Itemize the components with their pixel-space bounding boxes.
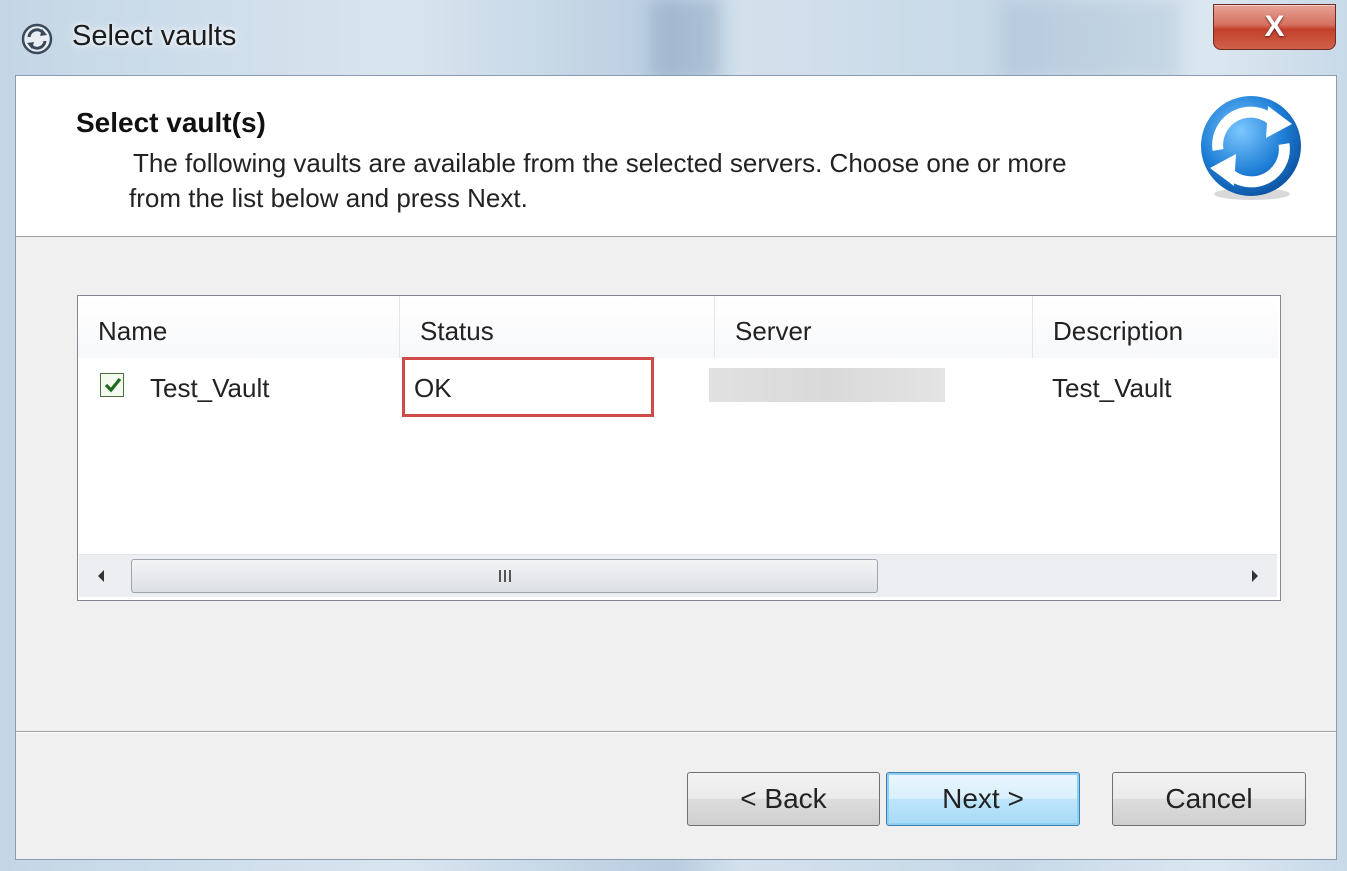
select-vaults-window: Select vaults X Select vault(s) The foll…	[0, 0, 1347, 871]
scroll-left-arrow[interactable]	[79, 555, 123, 597]
description-line-2: from the list below and press Next.	[129, 183, 528, 213]
chevron-left-icon	[98, 570, 104, 582]
chevron-right-icon	[1252, 570, 1258, 582]
grip-icon	[498, 570, 511, 582]
back-button[interactable]: < Back	[687, 772, 880, 826]
vault-status: OK	[414, 373, 452, 403]
vault-checkbox[interactable]	[100, 373, 124, 397]
vault-description: Test_Vault	[1052, 373, 1172, 403]
close-icon: X	[1264, 10, 1285, 43]
scroll-thumb[interactable]	[131, 559, 878, 593]
sync-arrows-icon	[1196, 94, 1306, 204]
scroll-right-arrow[interactable]	[1233, 555, 1277, 597]
window-title: Select vaults	[72, 20, 237, 52]
column-header-server[interactable]: Server	[715, 296, 1033, 358]
title-bar[interactable]: Select vaults X	[0, 0, 1347, 74]
page-description: The following vaults are available from …	[129, 146, 1153, 216]
column-header-description[interactable]: Description	[1033, 296, 1278, 358]
footer-divider	[16, 731, 1336, 733]
close-button[interactable]: X	[1213, 4, 1336, 50]
page-title: Select vault(s)	[76, 107, 266, 138]
horizontal-scrollbar[interactable]	[79, 554, 1277, 597]
cancel-button[interactable]: Cancel	[1112, 772, 1306, 826]
dialog-body: Select vault(s) The following vaults are…	[15, 75, 1337, 860]
column-header-name[interactable]: Name	[78, 296, 400, 358]
table-row[interactable]: Test_Vault OK Test_Vault	[78, 357, 1278, 417]
sync-icon	[20, 22, 54, 56]
vault-name: Test_Vault	[150, 373, 270, 403]
wizard-header: Select vault(s) The following vaults are…	[16, 76, 1336, 237]
server-redacted	[709, 368, 945, 402]
checkmark-icon	[104, 377, 122, 393]
vault-list[interactable]: Name Status Server Description Test_Vaul…	[77, 295, 1281, 601]
column-header-status[interactable]: Status	[400, 296, 715, 358]
next-button[interactable]: Next >	[886, 772, 1080, 826]
description-line-1: The following vaults are available from …	[133, 148, 1067, 178]
